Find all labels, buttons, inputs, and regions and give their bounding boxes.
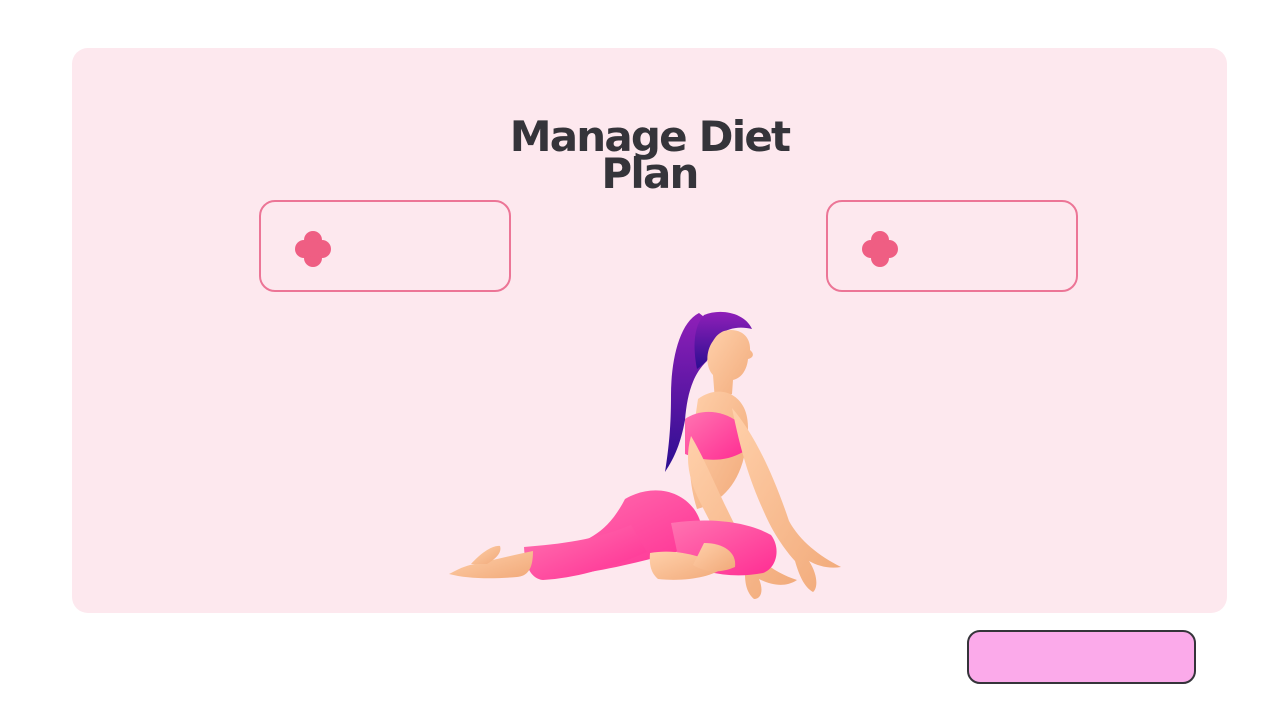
diet-option-card-left[interactable] (259, 200, 511, 292)
page-title: Manage Diet Plan (72, 116, 1227, 198)
primary-action-button[interactable] (967, 630, 1196, 684)
manage-diet-plan-screen: Manage Diet Plan (0, 0, 1280, 719)
yoga-woman-illustration (367, 303, 872, 603)
page-title-line-2: Plan (601, 149, 699, 198)
flower-icon (860, 229, 900, 269)
flower-icon (293, 229, 333, 269)
diet-option-card-right[interactable] (826, 200, 1078, 292)
diet-plan-hero-card: Manage Diet Plan (72, 48, 1227, 613)
